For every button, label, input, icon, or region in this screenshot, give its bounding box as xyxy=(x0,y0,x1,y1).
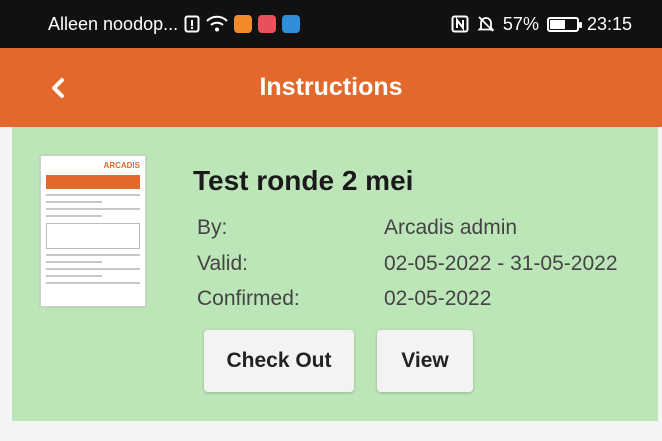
thumbnail-line xyxy=(46,215,103,217)
chevron-left-icon[interactable] xyxy=(42,72,74,104)
app-notification-icon xyxy=(234,15,253,33)
battery-percent: 57% xyxy=(502,13,539,34)
thumbnail-box xyxy=(46,223,140,249)
view-button[interactable]: View xyxy=(377,330,473,392)
battery-icon xyxy=(546,16,582,32)
thumbnail-line xyxy=(46,261,103,263)
silent-icon xyxy=(477,15,495,33)
thumbnail-line xyxy=(46,268,140,270)
thumbnail-line xyxy=(46,282,140,284)
sim-alert-icon xyxy=(184,15,200,33)
document-thumbnail[interactable]: ARCADIS xyxy=(40,155,146,307)
check-out-button[interactable]: Check Out xyxy=(204,330,354,392)
thumbnail-brand: ARCADIS xyxy=(103,161,140,170)
instruction-card: ARCADIS Test ronde 2 mei By: Arcadis adm… xyxy=(12,127,658,421)
valid-label: Valid: xyxy=(197,252,248,275)
by-value: Arcadis admin xyxy=(384,216,518,239)
thumbnail-line xyxy=(46,208,140,210)
by-label: By: xyxy=(197,216,228,239)
thumbnail-line xyxy=(46,201,103,203)
app-notification-icon xyxy=(258,15,277,33)
nfc-icon xyxy=(451,15,469,33)
wifi-icon xyxy=(206,15,228,33)
thumbnail-header-bar xyxy=(46,175,140,189)
thumbnail-line xyxy=(46,194,140,196)
app-bar: Instructions xyxy=(0,48,662,127)
clock: 23:15 xyxy=(586,13,632,34)
confirmed-label: Confirmed: xyxy=(197,287,300,310)
thumbnail-line xyxy=(46,275,103,277)
valid-value: 02-05-2022 - 31-05-2022 xyxy=(384,252,618,275)
page-title: Instructions xyxy=(259,73,403,101)
confirmed-value: 02-05-2022 xyxy=(384,287,492,310)
carrier-text: Alleen noodop... xyxy=(48,13,179,34)
status-bar: Alleen noodop... 57% 23:15 xyxy=(0,0,662,48)
app-notification-icon xyxy=(282,15,301,33)
instruction-title: Test ronde 2 mei xyxy=(193,165,414,196)
thumbnail-line xyxy=(46,254,140,256)
